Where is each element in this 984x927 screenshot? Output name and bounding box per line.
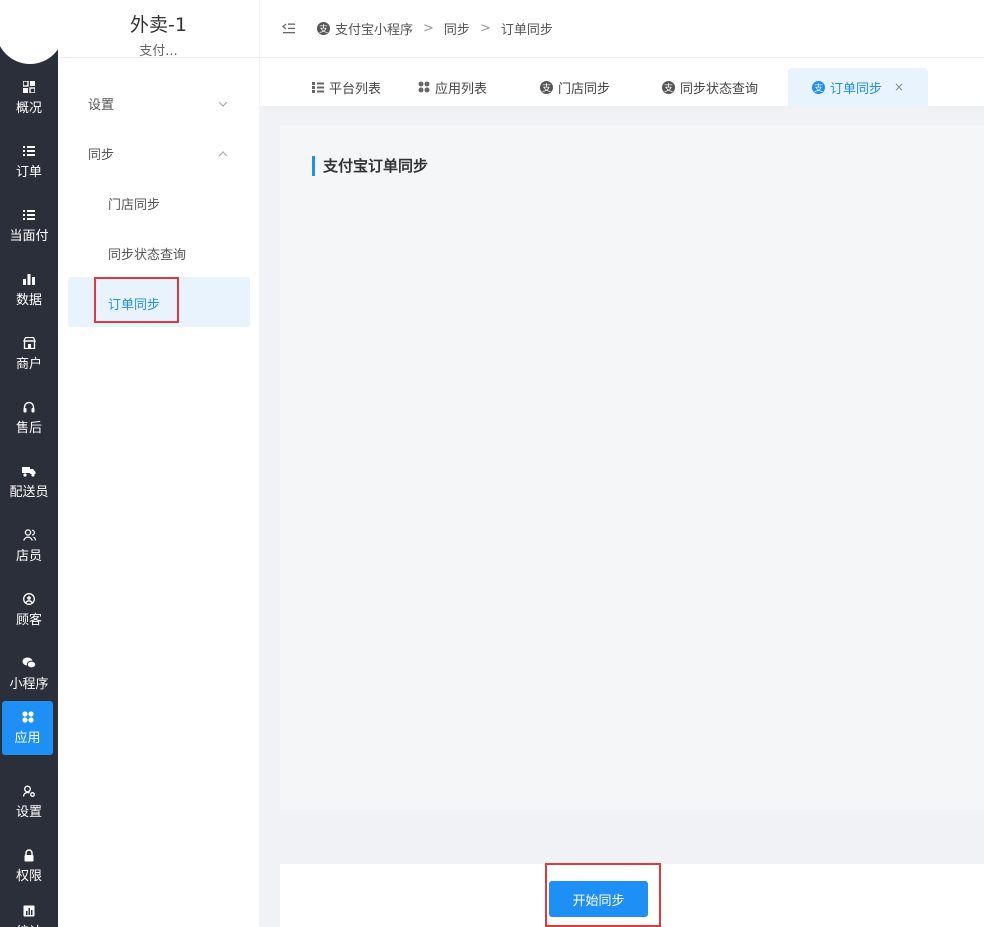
chevron-up-icon: [218, 146, 228, 161]
nav-label: 商户: [15, 357, 42, 372]
tab-sync-status[interactable]: 支 同步状态查询: [662, 68, 758, 106]
store-subtitle: 支付...: [139, 44, 178, 59]
tab-label: 门店同步: [558, 81, 611, 97]
nav-staff[interactable]: 店员: [0, 520, 58, 572]
tab-platform-list[interactable]: 平台列表: [312, 68, 381, 106]
alipay-icon: 支: [662, 80, 675, 94]
list-icon: [22, 208, 36, 222]
nav-label: 概况: [15, 101, 42, 116]
action-footer: 开始同步: [280, 863, 984, 927]
headset-icon: [22, 400, 36, 414]
report-icon: [22, 904, 36, 918]
nav-customers[interactable]: 顾客: [0, 584, 58, 636]
nav-data[interactable]: 数据: [0, 264, 58, 316]
nav-merchant[interactable]: 商户: [0, 328, 58, 380]
dashboard-icon: [22, 80, 36, 94]
nav-label: 订单: [15, 165, 42, 180]
top-bar: 支 支付宝小程序 > 同步 > 订单同步: [260, 0, 984, 58]
breadcrumb-item-current: 订单同步: [500, 23, 553, 38]
settings-icon: [22, 784, 36, 798]
store-header: 外卖-1 支付...: [58, 0, 259, 59]
close-icon[interactable]: ×: [894, 80, 904, 94]
nav-apps[interactable]: 应用: [2, 701, 53, 755]
grid-list-icon: [312, 81, 324, 93]
main-nav-rail: 概况 订单 当面付 数据 商户 售后 配送员 店员 顾客 小程序 应用 设置 权…: [0, 0, 58, 927]
store-name: 外卖-1: [130, 14, 187, 36]
delivery-icon: [22, 464, 36, 478]
tab-store-sync[interactable]: 支 门店同步: [540, 68, 610, 106]
highlight-box: [94, 277, 179, 323]
breadcrumb-item[interactable]: 同步: [444, 19, 470, 38]
store-icon: [22, 336, 36, 350]
nav-permissions[interactable]: 权限: [0, 840, 58, 892]
nav-label: 设置: [15, 805, 42, 820]
customer-icon: [22, 592, 36, 606]
wechat-icon: [22, 656, 36, 670]
nav-label: 数据: [15, 293, 42, 308]
alipay-icon: 支: [540, 80, 553, 94]
nav-label: 当面付: [9, 229, 49, 244]
nav-after-sales[interactable]: 售后: [0, 392, 58, 444]
chevron-down-icon: [218, 96, 228, 111]
menu-group-sync[interactable]: 同步: [88, 144, 228, 163]
nav-label: 统计: [16, 921, 42, 927]
nav-label: 售后: [15, 421, 42, 436]
nav-overview[interactable]: 概况: [0, 72, 58, 124]
tab-label: 订单同步: [830, 81, 883, 97]
menu-group-settings[interactable]: 设置: [88, 94, 228, 113]
nav-couriers[interactable]: 配送员: [0, 456, 58, 508]
nav-label: 顾客: [15, 613, 42, 628]
highlight-box: [545, 863, 661, 927]
nav-stats[interactable]: 统计: [0, 896, 58, 927]
nav-face-pay[interactable]: 当面付: [0, 200, 58, 252]
menu-item-store-sync[interactable]: 门店同步: [108, 194, 160, 213]
breadcrumb-item[interactable]: 支付宝小程序: [335, 19, 413, 38]
logo: [0, 0, 58, 64]
nav-mini-program[interactable]: 小程序: [0, 648, 58, 700]
tab-order-sync[interactable]: 支 订单同步 ×: [788, 68, 929, 106]
alipay-icon: 支: [812, 80, 825, 94]
menu-item-sync-status[interactable]: 同步状态查询: [108, 244, 186, 263]
list-icon: [22, 144, 36, 158]
secondary-sidebar: 外卖-1 支付... 设置 同步 门店同步 同步状态查询 订单同步: [58, 0, 259, 927]
page-title: 支付宝订单同步: [312, 156, 428, 176]
tab-label: 平台列表: [329, 81, 382, 97]
content-panel: 支付宝订单同步: [280, 125, 984, 810]
users-icon: [22, 528, 36, 542]
nav-settings[interactable]: 设置: [0, 776, 58, 828]
nav-label: 应用: [14, 731, 41, 746]
nav-label: 店员: [15, 549, 42, 564]
breadcrumb-separator: >: [423, 21, 434, 36]
breadcrumb: 支 支付宝小程序 > 同步 > 订单同步: [317, 19, 553, 38]
nav-label: 权限: [15, 869, 42, 884]
menu-group-label: 同步: [88, 148, 115, 163]
tabs-bar: 平台列表 应用列表 支 门店同步 支 同步状态查询 支 订单同步 ×: [260, 58, 984, 106]
alipay-icon: 支: [317, 22, 330, 35]
breadcrumb-separator: >: [479, 21, 491, 36]
nav-label: 小程序: [9, 677, 49, 692]
apps-icon: [21, 710, 35, 724]
tab-label: 同步状态查询: [680, 81, 759, 97]
lock-icon: [22, 848, 36, 862]
nav-label: 配送员: [9, 485, 49, 500]
tab-label: 应用列表: [435, 81, 488, 97]
collapse-menu-icon[interactable]: [282, 23, 295, 34]
bar-chart-icon: [22, 272, 36, 286]
menu-group-label: 设置: [88, 98, 115, 113]
nav-orders[interactable]: 订单: [0, 136, 58, 188]
apps-icon: [418, 81, 430, 93]
tab-app-list[interactable]: 应用列表: [418, 68, 487, 106]
